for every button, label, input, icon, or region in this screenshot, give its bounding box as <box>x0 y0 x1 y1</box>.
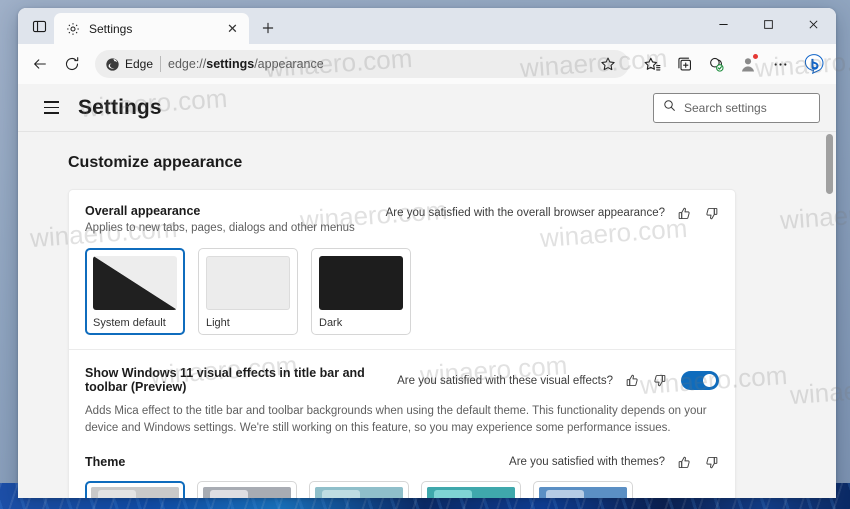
mica-effects-toggle[interactable] <box>681 371 719 390</box>
appearance-card: Overall appearance Applies to new tabs, … <box>68 189 736 498</box>
browser-window: Settings ✕ Edge edge://settings/appearan… <box>18 8 836 498</box>
new-tab-button[interactable] <box>254 14 282 42</box>
theme-preview-tab <box>98 490 136 498</box>
reload-icon[interactable] <box>57 49 87 79</box>
theme-preview-tab <box>210 490 248 498</box>
window-close-button[interactable] <box>791 8 836 41</box>
appearance-option-dark[interactable]: Dark <box>311 248 411 335</box>
minimize-button[interactable] <box>701 8 746 41</box>
settings-and-more-button[interactable] <box>765 49 795 79</box>
thumbs-down-icon[interactable] <box>703 205 719 221</box>
tab-settings[interactable]: Settings ✕ <box>54 13 249 44</box>
overall-appearance-feedback: Are you satisfied with the overall brows… <box>386 204 719 221</box>
theme-preview-tab <box>322 490 360 498</box>
toggle-knob <box>703 374 716 387</box>
theme-card-light-teal-theme[interactable] <box>309 481 409 498</box>
appearance-option-light[interactable]: Light <box>198 248 298 335</box>
caption-buttons <box>701 8 836 41</box>
browser-toolbar: Edge edge://settings/appearance <box>18 44 836 84</box>
address-bar[interactable]: Edge edge://settings/appearance <box>95 50 629 78</box>
system-default-preview-icon <box>93 256 177 310</box>
maximize-button[interactable] <box>746 8 791 41</box>
mica-description: Adds Mica effect to the title bar and to… <box>85 405 707 434</box>
thumbs-up-icon[interactable] <box>676 205 692 221</box>
appearance-option-list: System default Light Dark <box>85 248 719 349</box>
customize-appearance-heading: Customize appearance <box>68 154 243 171</box>
search-input[interactable] <box>684 100 810 115</box>
light-preview-icon <box>206 256 290 310</box>
mica-effects-section: Show Windows 11 visual effects in title … <box>85 350 719 394</box>
theme-card-list <box>85 481 719 498</box>
theme-card-no-theme[interactable] <box>85 481 185 498</box>
settings-scroll-area: Customize appearance Overall appearance … <box>18 132 836 498</box>
theme-card-blue-theme[interactable] <box>533 481 633 498</box>
appearance-option-system-default[interactable]: System default <box>85 248 185 335</box>
back-arrow-icon[interactable] <box>25 49 55 79</box>
theme-preview-icon <box>91 487 179 498</box>
appearance-option-label: System default <box>93 317 166 329</box>
tab-strip: Settings ✕ <box>18 8 282 44</box>
theme-preview-tab <box>434 490 472 498</box>
hamburger-menu-icon[interactable] <box>36 93 66 123</box>
theme-preview-icon <box>203 487 291 498</box>
appearance-option-label: Light <box>206 317 230 329</box>
overall-appearance-subtitle: Applies to new tabs, pages, dialogs and … <box>85 222 355 234</box>
thumbs-up-icon[interactable] <box>676 454 692 470</box>
feedback-question: Are you satisfied with these visual effe… <box>397 374 613 387</box>
close-icon[interactable]: ✕ <box>224 20 241 37</box>
browser-essentials-icon[interactable] <box>701 49 731 79</box>
settings-header: Settings <box>18 84 836 132</box>
overall-appearance-section: Overall appearance Applies to new tabs, … <box>85 204 719 234</box>
theme-title: Theme <box>85 454 126 469</box>
notification-dot <box>752 53 759 60</box>
theme-preview-icon <box>539 487 627 498</box>
feedback-question: Are you satisfied with the overall brows… <box>385 207 665 219</box>
page-scrollbar[interactable] <box>823 132 836 498</box>
mica-title: Show Windows 11 visual effects in title … <box>85 366 365 394</box>
url-divider <box>160 56 162 72</box>
tab-actions-icon[interactable] <box>24 11 54 41</box>
edge-label: Edge <box>125 57 154 71</box>
page-title: Settings <box>78 95 162 119</box>
search-settings-box[interactable] <box>653 92 820 123</box>
theme-section: Theme Are you satisfied with themes? <box>85 453 719 470</box>
thumbs-up-icon[interactable] <box>624 373 640 389</box>
edge-logo-icon: Edge <box>105 57 153 72</box>
appearance-option-label: Dark <box>319 317 343 329</box>
theme-card-teal-theme[interactable] <box>421 481 521 498</box>
theme-card-gray-theme[interactable] <box>197 481 297 498</box>
theme-feedback: Are you satisfied with themes? <box>509 453 719 470</box>
search-icon <box>663 99 676 117</box>
settings-content: Customize appearance Overall appearance … <box>18 132 836 498</box>
url-text: edge://settings/appearance <box>168 57 324 71</box>
tab-title: Settings <box>89 21 133 36</box>
overall-appearance-title: Overall appearance <box>85 204 201 218</box>
mica-feedback: Are you satisfied with these visual effe… <box>397 370 719 390</box>
scrollbar-thumb[interactable] <box>826 134 833 194</box>
star-icon[interactable] <box>593 49 623 79</box>
feedback-question: Are you satisfied with themes? <box>509 456 665 469</box>
thumbs-down-icon[interactable] <box>703 454 719 470</box>
profile-avatar[interactable] <box>733 49 763 79</box>
search-settings-wrapper <box>653 92 820 123</box>
collections-icon[interactable] <box>669 49 699 79</box>
favorites-icon[interactable] <box>637 49 667 79</box>
theme-preview-icon <box>427 487 515 498</box>
theme-preview-icon <box>315 487 403 498</box>
thumbs-down-icon[interactable] <box>651 373 667 389</box>
gear-icon <box>65 21 81 37</box>
dark-preview-icon <box>319 256 403 310</box>
theme-preview-tab <box>546 490 584 498</box>
bing-copilot-icon[interactable] <box>799 49 829 79</box>
settings-page: Settings Customize appearance <box>18 84 836 498</box>
title-bar: Settings ✕ <box>18 8 836 44</box>
